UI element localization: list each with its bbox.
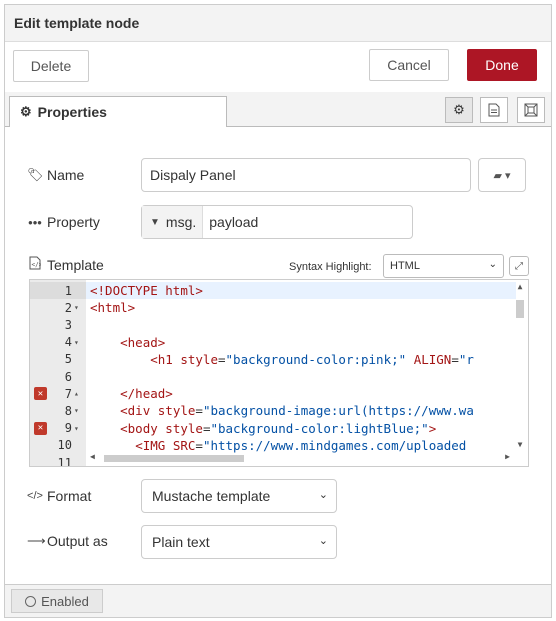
property-type-select[interactable]: ▼ msg. <box>142 206 204 238</box>
scroll-right-icon[interactable]: ▶ <box>505 452 510 461</box>
line-number: 2 <box>64 300 72 315</box>
description-tab-button[interactable] <box>480 97 508 123</box>
ellipsis-icon: ••• <box>28 214 42 230</box>
fold-toggle-icon[interactable]: ▴ <box>74 389 84 398</box>
delete-button[interactable]: Delete <box>13 50 89 82</box>
format-label: Format <box>47 488 92 504</box>
property-type-prefix: msg. <box>165 214 197 230</box>
icon-select-button[interactable]: ▰ ▾ <box>478 158 526 192</box>
code-line[interactable]: 2 ▾ <html> <box>30 299 520 316</box>
svg-text:</>: </> <box>32 262 42 269</box>
line-number: 9 <box>64 421 72 436</box>
caret-down-icon: ▼ <box>150 216 160 228</box>
edit-template-dialog: Edit template node Delete Cancel Done ⚙ … <box>4 4 552 618</box>
scroll-down-icon[interactable]: ▼ <box>514 440 526 449</box>
horizontal-scrollbar[interactable]: ◀ ▶ <box>86 452 512 464</box>
chevron-down-icon: ⌄ <box>318 535 328 547</box>
line-number: 3 <box>64 317 72 332</box>
enabled-toggle[interactable]: Enabled <box>11 589 103 613</box>
gear-icon: ⚙ <box>20 104 32 119</box>
book-icon: ▰ ▾ <box>493 169 511 182</box>
code-line[interactable]: ✕ 7 ▴ </head> <box>30 385 520 402</box>
line-number: 7 <box>64 386 72 401</box>
document-icon <box>488 103 500 117</box>
vertical-scrollbar[interactable]: ▲ ▼ <box>514 282 526 452</box>
format-value: Mustache template <box>152 488 271 504</box>
output-select[interactable]: Plain text ⌄ <box>141 525 337 559</box>
template-label-row: </> Template <box>27 256 104 273</box>
output-value: Plain text <box>152 534 210 550</box>
code-icon: </> <box>27 490 43 502</box>
settings-tab-button[interactable]: ⚙ <box>445 97 473 123</box>
dialog-toolbar: Delete Cancel Done <box>5 42 551 93</box>
property-input[interactable]: ▼ msg. payload <box>141 205 413 239</box>
code-text: </head> <box>120 386 173 402</box>
gear-icon: ⚙ <box>453 102 465 117</box>
name-label-row: 🏷︎ Name <box>27 167 84 183</box>
vertical-scroll-thumb[interactable] <box>516 300 524 318</box>
line-number: 10 <box>57 438 72 453</box>
syntax-highlight-value: HTML <box>390 260 420 272</box>
line-number: 1 <box>64 283 72 298</box>
code-text: <h1 style="background-color:pink;" ALIGN… <box>150 351 474 367</box>
line-number: 6 <box>64 369 72 384</box>
line-number: 11 <box>57 455 72 467</box>
dialog-title-bar: Edit template node <box>5 5 551 42</box>
code-text: <div style="background-image:url(https:/… <box>120 403 474 419</box>
property-value[interactable]: payload <box>203 214 258 230</box>
output-label: Output as <box>47 533 108 549</box>
code-line[interactable]: 5 <h1 style="background-color:pink;" ALI… <box>30 351 520 368</box>
frame-icon <box>524 103 538 117</box>
enabled-label: Enabled <box>41 593 89 609</box>
code-text: <body style="background-color:lightBlue;… <box>120 420 437 436</box>
dialog-footer: Enabled <box>5 584 551 617</box>
template-code-editor[interactable]: 1 <!DOCTYPE html> 2 ▾ <html> 3 4 ▾ <head> 5 <h1 … <box>29 279 529 467</box>
dialog-title: Edit template node <box>14 15 140 31</box>
code-line[interactable]: 8 ▾ <div style="background-image:url(http… <box>30 402 520 419</box>
cancel-button[interactable]: Cancel <box>369 49 449 81</box>
expand-icon: ⤢ <box>515 260 523 272</box>
property-label: Property <box>47 214 100 230</box>
code-line[interactable]: 1 <!DOCTYPE html> <box>30 282 520 299</box>
line-number: 4 <box>64 335 72 350</box>
line-number: 5 <box>64 352 72 367</box>
code-text: <head> <box>120 334 166 350</box>
code-file-icon: </> <box>27 256 43 273</box>
tab-properties-label: Properties <box>37 104 107 120</box>
template-label: Template <box>47 256 104 273</box>
code-text: <!DOCTYPE html> <box>90 283 203 298</box>
name-input[interactable]: Dispaly Panel <box>141 158 471 192</box>
tag-icon: 🏷︎ <box>27 167 44 182</box>
arrow-right-icon: ⟶ <box>27 533 46 548</box>
format-label-row: </> Format <box>27 488 91 504</box>
code-text: <html> <box>90 300 136 316</box>
property-label-row: ••• Property <box>27 214 100 230</box>
line-number: 8 <box>64 403 72 418</box>
name-label: Name <box>47 167 85 183</box>
scroll-left-icon[interactable]: ◀ <box>90 452 95 461</box>
tab-bar: ⚙ Properties ⚙ <box>5 92 551 127</box>
output-label-row: ⟶ Output as <box>27 533 108 549</box>
code-text: <IMG SRC="https://www.mindgames.com/uplo… <box>135 437 467 453</box>
horizontal-scroll-thumb[interactable] <box>104 455 244 462</box>
done-button[interactable]: Done <box>467 49 537 81</box>
fold-toggle-icon[interactable]: ▾ <box>74 424 84 433</box>
code-line[interactable]: 6 <box>30 368 520 385</box>
code-line[interactable]: 3 <box>30 316 520 333</box>
fold-toggle-icon[interactable]: ▾ <box>74 303 84 312</box>
fold-toggle-icon[interactable]: ▾ <box>74 338 84 347</box>
scroll-up-icon[interactable]: ▲ <box>514 282 526 291</box>
circle-icon <box>25 595 37 607</box>
fold-toggle-icon[interactable]: ▾ <box>74 406 84 415</box>
expand-editor-button[interactable]: ⤢ <box>509 256 529 276</box>
code-line[interactable]: ✕ 9 ▾ <body style="background-color:lightB… <box>30 420 520 437</box>
format-select[interactable]: Mustache template ⌄ <box>141 479 337 513</box>
chevron-down-icon: ⌄ <box>488 259 497 270</box>
chevron-down-icon: ⌄ <box>318 489 328 501</box>
tab-properties[interactable]: ⚙ Properties <box>9 96 227 127</box>
appearance-tab-button[interactable] <box>517 97 545 123</box>
code-line[interactable]: 4 ▾ <head> <box>30 334 520 351</box>
syntax-highlight-label: Syntax Highlight: <box>289 261 372 273</box>
syntax-highlight-select[interactable]: HTML ⌄ <box>383 254 504 278</box>
